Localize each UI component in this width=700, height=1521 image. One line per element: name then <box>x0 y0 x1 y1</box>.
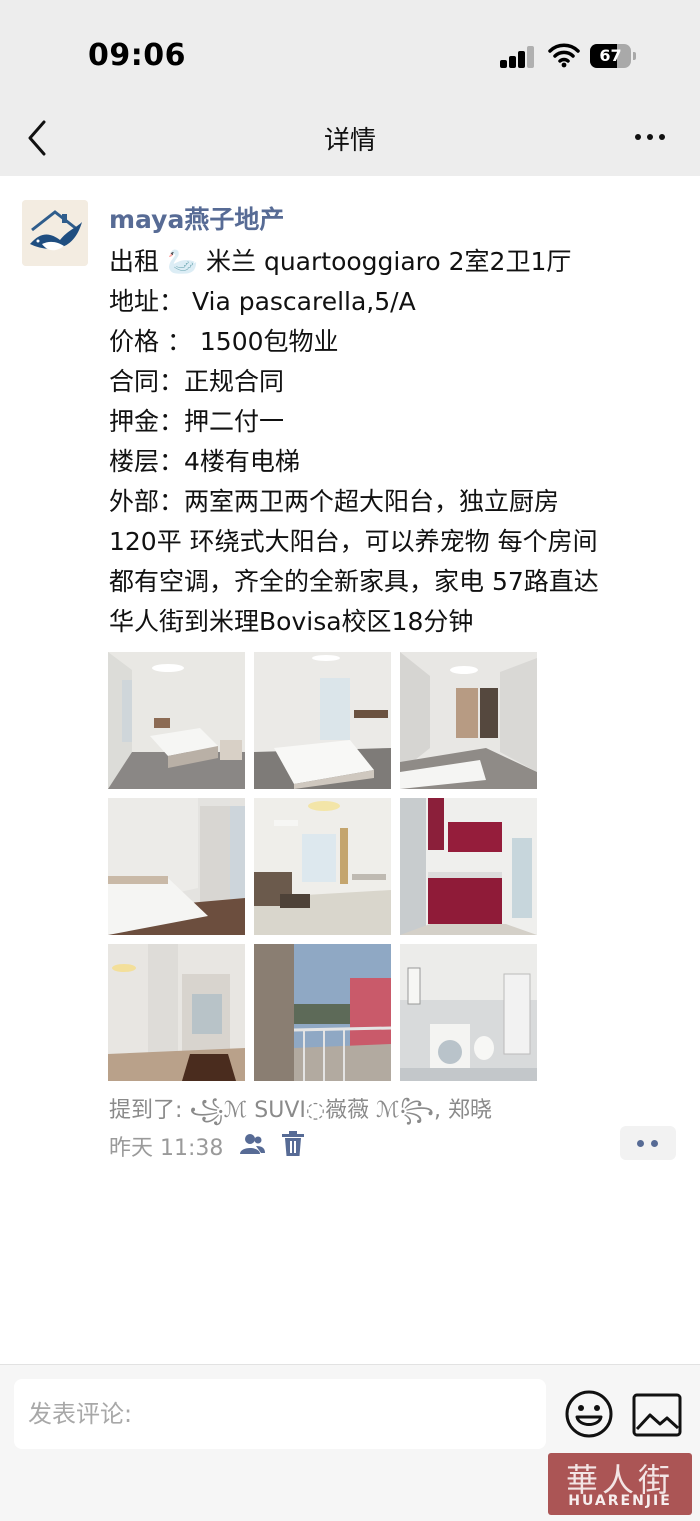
wifi-icon <box>548 43 580 68</box>
battery-percent: 67 <box>599 46 622 65</box>
post-line: 价格 ： 1500包物业 <box>109 327 339 356</box>
comment-input[interactable] <box>14 1379 546 1449</box>
post-line: 都有空调，齐全的全新家具，家电 57路直达 <box>109 567 599 596</box>
bedroom-photo[interactable] <box>108 652 245 789</box>
status-time: 09:06 <box>88 38 186 73</box>
image-icon[interactable] <box>632 1393 682 1437</box>
bathroom-photo[interactable] <box>400 944 537 1081</box>
post-line: 楼层：4楼有电梯 <box>109 447 300 476</box>
trash-icon[interactable] <box>281 1130 305 1158</box>
status-bar: 09:06 67 <box>0 0 700 100</box>
bedroom-photo[interactable] <box>108 798 245 935</box>
moment-post: maya燕子地产 出租 🦢 米兰 quartooggiaro 2室2卫1厅 地址… <box>0 176 700 1364</box>
photo-grid <box>108 652 540 1084</box>
avatar[interactable] <box>22 200 88 266</box>
post-timestamp: 昨天 11:38 <box>109 1136 224 1161</box>
watermark-en: HUARENJIE <box>568 1493 672 1509</box>
more-dots-icon[interactable] <box>630 122 670 152</box>
post-text: 出租 🦢 米兰 quartooggiaro 2室2卫1厅 地址： Via pas… <box>109 242 689 642</box>
kitchen-photo[interactable] <box>400 798 537 935</box>
nav-bar: 详情 <box>0 100 700 176</box>
bedroom-photo[interactable] <box>254 652 391 789</box>
author-name[interactable]: maya燕子地产 <box>109 200 284 236</box>
watermark-logo: 華人街 HUARENJIE <box>548 1453 692 1515</box>
battery-icon: 67 <box>590 44 636 68</box>
post-line: 华人街到米理Bovisa校区18分钟 <box>109 607 474 636</box>
emoji-icon[interactable] <box>564 1389 614 1439</box>
hallway-photo[interactable] <box>108 944 245 1081</box>
post-line: 120平 环绕式大阳台，可以养宠物 每个房间 <box>109 527 598 556</box>
post-line: 外部：两室两卫两个超大阳台，独立厨房 <box>109 487 560 516</box>
page-title: 详情 <box>323 126 376 156</box>
cellular-signal-icon <box>500 44 536 68</box>
people-visibility-icon[interactable] <box>238 1130 266 1158</box>
post-line: 出租 🦢 米兰 quartooggiaro 2室2卫1厅 <box>109 247 572 276</box>
comment-actions-button[interactable] <box>620 1126 676 1160</box>
bedroom-photo[interactable] <box>400 652 537 789</box>
post-line: 押金：押二付一 <box>109 407 285 436</box>
post-line: 合同：正规合同 <box>109 367 285 396</box>
living-room-photo[interactable] <box>254 798 391 935</box>
comment-bar: 華人街 HUARENJIE <box>0 1364 700 1521</box>
balcony-photo[interactable] <box>254 944 391 1081</box>
post-line: 地址： Via pascarella,5/A <box>109 287 416 316</box>
